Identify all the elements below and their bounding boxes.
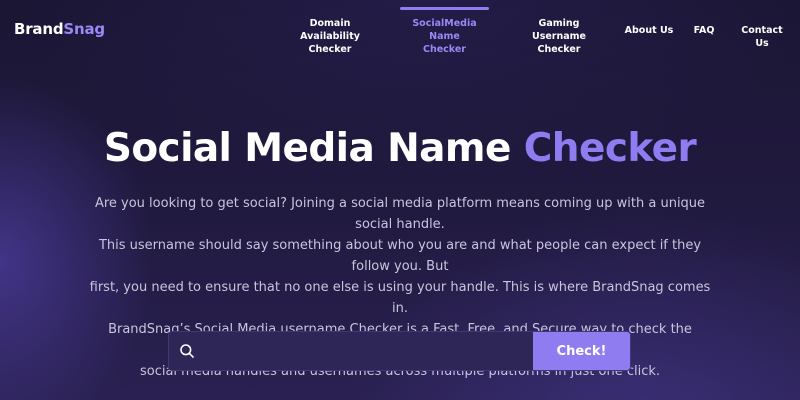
description-line: first, you need to ensure that no one el…	[89, 280, 711, 316]
nav-item-gaming-username-checker[interactable]: Gaming Username Checker	[512, 17, 606, 56]
nav-item-label-line2: Checker	[308, 44, 352, 55]
nav-item-about-us[interactable]: About Us	[624, 24, 674, 37]
username-search-input[interactable]	[203, 332, 529, 370]
page-title: Social Media Name Checker	[0, 126, 800, 171]
nav-item-faq[interactable]: FAQ	[690, 24, 718, 37]
page-title-main: Social Media Name	[103, 126, 512, 171]
nav-item-label-line1: SocialMedia Name	[412, 18, 477, 42]
nav-item-label: Contact Us	[741, 25, 783, 49]
description-line: Are you looking to get social? Joining a…	[94, 196, 706, 232]
nav-item-label: About Us	[624, 25, 674, 36]
nav-item-label-line2: Checker	[422, 44, 466, 55]
nav-item-contact-us[interactable]: Contact Us	[733, 24, 791, 50]
nav-item-label: FAQ	[693, 25, 715, 36]
site-header: BrandSnag Domain Availability Checker So…	[0, 0, 800, 56]
page-title-accent: Checker	[523, 126, 697, 171]
description-line: This username should say something about…	[98, 238, 702, 274]
search-icon	[179, 343, 195, 359]
check-button[interactable]: Check!	[533, 332, 630, 370]
nav-item-label-line1: Domain Availability	[300, 18, 360, 42]
main-nav: Domain Availability Checker SocialMedia …	[0, 0, 800, 56]
nav-item-label-line1: Gaming Username	[531, 18, 586, 42]
username-search-bar: Check!	[168, 331, 631, 371]
nav-item-label-line2: Checker	[537, 44, 581, 55]
nav-item-domain-availability-checker[interactable]: Domain Availability Checker	[284, 17, 376, 56]
active-nav-indicator	[400, 7, 489, 10]
nav-item-socialmedia-name-checker[interactable]: SocialMedia Name Checker	[397, 17, 492, 56]
